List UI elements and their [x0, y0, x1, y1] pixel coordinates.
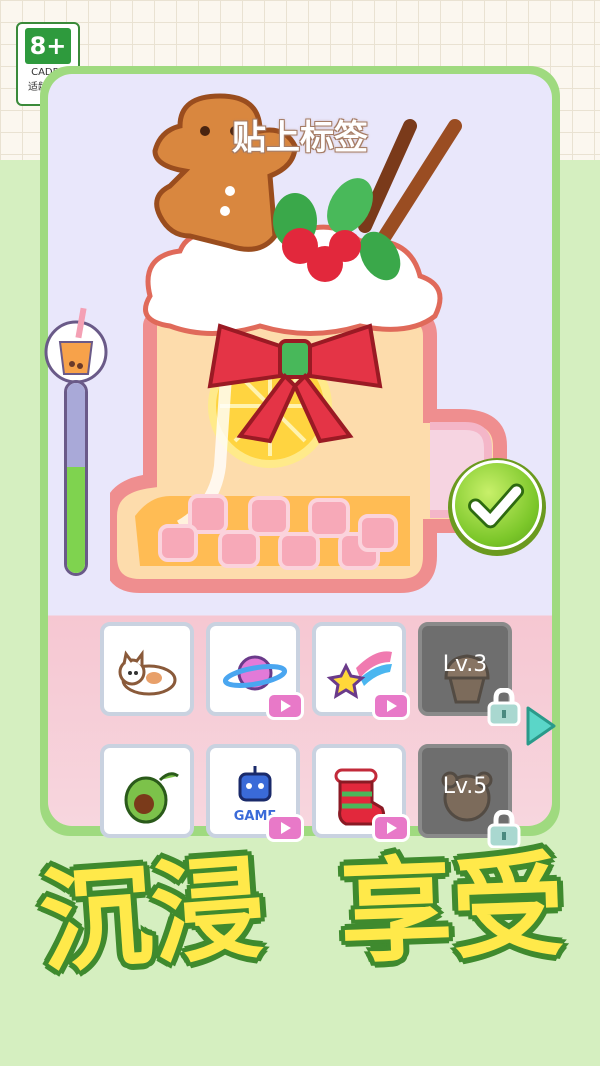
sticker-tile-star[interactable] [312, 622, 410, 720]
sticker-tile-bear[interactable]: Lv.5 [418, 744, 521, 848]
promo-slogan: 沉浸 享受 [30, 840, 590, 1010]
bubble-tea-icon [44, 307, 108, 384]
avocado-sticker-icon [124, 772, 179, 824]
sticker-tile-planet[interactable] [206, 622, 304, 720]
slogan-left: 沉浸 [35, 843, 269, 989]
play-icon [281, 822, 291, 834]
progress-bar [64, 380, 88, 576]
check-icon [468, 483, 525, 529]
level-requirement: Lv.5 [442, 774, 488, 799]
sticker-tile-cat[interactable] [100, 622, 194, 716]
watch-ad-badge [372, 814, 410, 842]
sticker-tile-stocking[interactable] [312, 744, 410, 842]
watch-ad-badge [372, 692, 410, 720]
progress-fill [67, 466, 85, 573]
lock-icon [487, 688, 521, 726]
play-icon [387, 700, 397, 712]
confirm-button-face [452, 460, 542, 550]
cat-sticker-icon [118, 649, 177, 696]
watch-ad-badge [266, 692, 304, 720]
progress-remaining [67, 383, 85, 467]
play-icon [281, 700, 291, 712]
sticker-tile-avocado[interactable] [100, 744, 194, 838]
age-rating: 8+ [25, 28, 71, 64]
slogan-right: 享受 [337, 841, 567, 979]
christmas-drink-illustration [110, 93, 507, 593]
confirm-button[interactable] [448, 458, 546, 556]
level-requirement: Lv.3 [442, 652, 488, 677]
next-page-arrow-icon[interactable] [522, 704, 558, 748]
watch-ad-badge [266, 814, 304, 842]
stage-title: 贴上标签 [232, 118, 368, 158]
sticker-grid: Lv.3 GAME Lv.5 [100, 622, 521, 848]
play-icon [387, 822, 397, 834]
sticker-tile-cupcake[interactable]: Lv.3 [418, 622, 521, 726]
sticker-tile-robot[interactable]: GAME [206, 744, 304, 842]
